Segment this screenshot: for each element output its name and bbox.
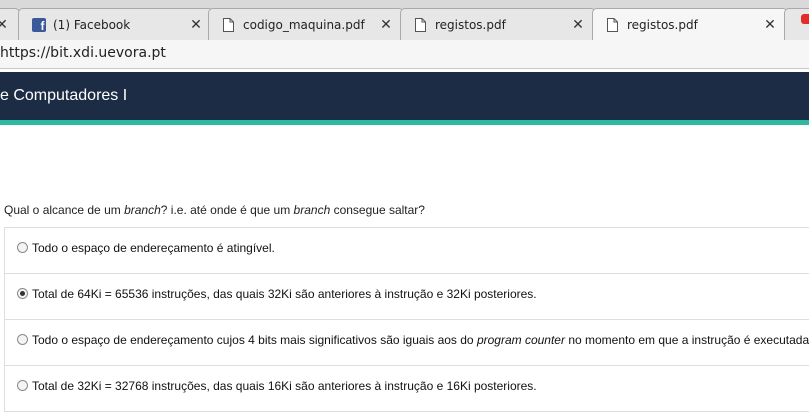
tab-registos-2[interactable]: registos.pdf ✕ <box>592 8 788 40</box>
close-icon[interactable]: ✕ <box>571 18 585 32</box>
answer-label[interactable]: Todo o espaço de endereçamento cujos 4 b… <box>32 333 809 347</box>
tab-title: registos.pdf <box>435 17 506 32</box>
answer-option[interactable]: Total de 32Ki = 32768 instruções, das qu… <box>5 366 809 412</box>
document-icon <box>413 17 428 32</box>
radio-button[interactable] <box>17 334 28 345</box>
answer-label[interactable]: Total de 64Ki = 65536 instruções, das qu… <box>32 287 537 301</box>
address-bar[interactable]: https://bit.xdi.uevora.pt <box>0 40 809 69</box>
close-icon[interactable]: ✕ <box>763 18 777 32</box>
answer-list: Todo o espaço de endereçamento é atingív… <box>4 227 809 412</box>
question-prefix: Qual o alcance de um <box>4 203 125 217</box>
youtube-icon <box>801 14 809 24</box>
question-emphasis-branch: branch <box>293 203 331 217</box>
answer-emphasis: program counter <box>476 332 565 347</box>
radio-button[interactable] <box>17 380 28 391</box>
tab-title: registos.pdf <box>627 17 698 32</box>
close-icon[interactable]: ✕ <box>189 18 203 32</box>
answer-label[interactable]: Total de 32Ki = 32768 instruções, das qu… <box>32 379 537 393</box>
tab-title: (1) Facebook <box>53 17 131 32</box>
answer-label[interactable]: Todo o espaço de endereçamento é atingív… <box>32 241 275 255</box>
close-icon[interactable]: ✕ <box>0 18 9 32</box>
close-icon[interactable]: ✕ <box>379 18 393 32</box>
radio-button-selected[interactable] <box>17 288 28 299</box>
document-icon <box>605 17 620 32</box>
radio-button[interactable] <box>17 242 28 253</box>
tab-facebook[interactable]: f (1) Facebook ✕ <box>18 8 214 40</box>
tab-title: codigo_maquina.pdf <box>243 17 365 32</box>
answer-text-after: no momento em que a instrução é executad… <box>564 332 809 347</box>
browser-tab-strip: ✕ f (1) Facebook ✕ codigo_maquina.pdf ✕ … <box>0 0 809 41</box>
answer-option[interactable]: Total de 64Ki = 65536 instruções, das qu… <box>5 274 809 320</box>
question-text: Qual o alcance de um branch? i.e. até on… <box>4 203 425 217</box>
url-text[interactable]: https://bit.xdi.uevora.pt <box>0 45 166 63</box>
answer-option[interactable]: Todo o espaço de endereçamento é atingív… <box>5 228 809 274</box>
question-emphasis-branch: branch <box>124 203 161 217</box>
tab-partial-right[interactable] <box>784 8 809 40</box>
answer-option[interactable]: Todo o espaço de endereçamento cujos 4 b… <box>5 320 809 366</box>
tab-codigo-maquina[interactable]: codigo_maquina.pdf ✕ <box>208 8 404 40</box>
document-icon <box>221 17 236 32</box>
tab-partial-left[interactable]: ✕ <box>0 8 20 40</box>
facebook-icon: f <box>31 17 46 32</box>
site-header: e Computadores I <box>0 72 809 125</box>
tab-registos-1[interactable]: registos.pdf ✕ <box>400 8 596 40</box>
site-title: e Computadores I <box>0 87 128 104</box>
answer-text-before: Todo o espaço de endereçamento cujos 4 b… <box>32 332 477 347</box>
question-middle: ? i.e. até onde é que um <box>160 203 294 217</box>
question-suffix: consegue saltar? <box>330 203 425 217</box>
